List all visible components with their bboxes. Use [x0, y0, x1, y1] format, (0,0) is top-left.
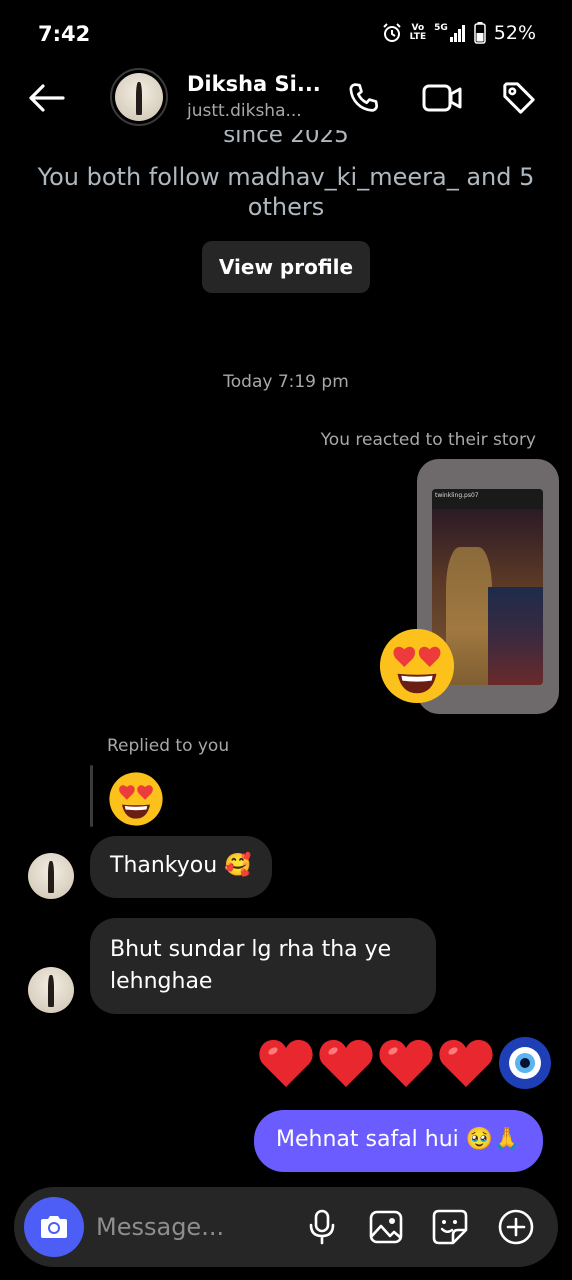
header-avatar[interactable]	[110, 68, 168, 126]
back-button[interactable]	[24, 78, 68, 118]
message-input[interactable]	[96, 1207, 286, 1247]
red-heart-icon	[259, 1039, 313, 1087]
audio-call-button[interactable]	[342, 76, 386, 120]
microphone-icon	[309, 1209, 335, 1245]
red-heart-icon	[439, 1039, 493, 1087]
tag-icon	[503, 82, 535, 114]
more-options-button[interactable]	[494, 1205, 538, 1249]
contact-name[interactable]: Diksha Si...	[187, 72, 321, 96]
back-arrow-icon	[29, 84, 65, 112]
message-bubble-outgoing[interactable]: Mehnat safal hui 🥹🙏	[254, 1110, 543, 1172]
sticker-icon	[432, 1209, 468, 1245]
reply-quote-bar	[90, 765, 93, 827]
red-heart-icon	[319, 1039, 373, 1087]
battery-icon	[474, 22, 486, 44]
view-profile-button[interactable]: View profile	[202, 241, 370, 293]
account-since-text: since 2025	[223, 130, 349, 148]
message-bubble-incoming[interactable]: Thankyou 🥰	[90, 836, 272, 898]
emoji-message-outgoing[interactable]	[258, 1034, 552, 1092]
story-reaction-label: You reacted to their story	[320, 430, 536, 450]
red-heart-icon	[379, 1039, 433, 1087]
camera-icon	[41, 1216, 67, 1238]
contact-avatar[interactable]	[28, 967, 74, 1013]
camera-button[interactable]	[24, 1197, 84, 1257]
sticker-button[interactable]	[428, 1205, 472, 1249]
image-icon	[369, 1210, 403, 1244]
battery-percent: 52%	[493, 22, 536, 44]
volte-indicator: Vo LTE	[409, 23, 427, 42]
contact-avatar[interactable]	[28, 853, 74, 899]
mutual-followers-text: You both follow madhav_ki_meera_ and 5 o…	[37, 163, 535, 221]
plus-circle-icon	[498, 1209, 534, 1245]
nazar-amulet-icon	[499, 1037, 551, 1089]
quoted-heart-eyes-emoji-icon	[109, 772, 163, 826]
video-call-button[interactable]	[420, 76, 464, 120]
voice-message-button[interactable]	[300, 1205, 344, 1249]
video-camera-icon	[422, 84, 462, 112]
replied-label: Replied to you	[107, 736, 230, 756]
message-bubble-incoming[interactable]: Bhut sundar lg rha tha ye lehnghae	[90, 918, 436, 1014]
status-icons: Vo LTE 5G 52%	[382, 22, 536, 44]
contact-username[interactable]: justt.diksha...	[187, 101, 302, 121]
status-time: 7:42	[38, 22, 91, 46]
chat-timestamp: Today 7:19 pm	[223, 372, 349, 392]
phone-icon	[349, 83, 379, 112]
chat-header: Diksha Si... justt.diksha...	[0, 66, 572, 130]
signal-icon: 5G	[434, 24, 466, 42]
status-bar: 7:42 Vo LTE 5G 52%	[0, 0, 572, 70]
story-handle: twinkling.ps07	[435, 492, 479, 499]
tag-button[interactable]	[497, 76, 541, 120]
signal-label: 5G	[434, 23, 448, 33]
alarm-icon	[382, 23, 401, 42]
message-composer	[14, 1187, 558, 1267]
gallery-button[interactable]	[364, 1205, 408, 1249]
heart-eyes-emoji-icon	[379, 628, 455, 704]
